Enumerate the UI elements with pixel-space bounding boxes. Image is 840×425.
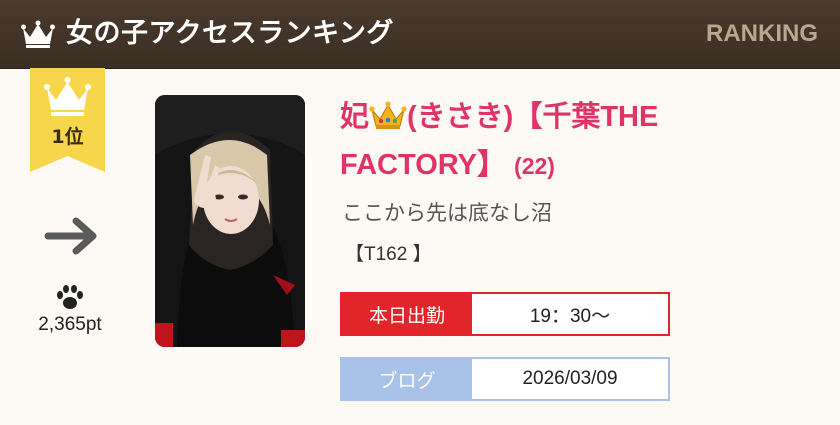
girl-photo[interactable]: [155, 95, 305, 347]
crown-icon: [21, 20, 55, 48]
rank-position: 1位: [51, 126, 84, 148]
blog-row[interactable]: ブログ 2026/03/09: [340, 357, 670, 401]
girl-name[interactable]: 妃 (きさき)【千葉THE FACTORY】 (22): [340, 93, 760, 190]
blog-label[interactable]: ブログ: [342, 359, 472, 399]
girl-age: (22): [514, 153, 555, 179]
ranking-header: 女の子アクセスランキング RANKING: [0, 0, 840, 69]
header-subtitle: RANKING: [706, 20, 818, 47]
rank-badge: 1位: [30, 68, 105, 172]
header-title: 女の子アクセスランキング: [66, 18, 394, 49]
girl-spec: 【T162 】: [345, 244, 432, 265]
arrow-right-icon: [44, 217, 97, 255]
blog-date[interactable]: 2026/03/09: [472, 359, 668, 399]
photo-image: [155, 95, 305, 347]
paw-icon: [57, 285, 83, 309]
crown-emoji-icon: [369, 101, 407, 129]
work-schedule-row: 本日出勤 19：30～: [340, 292, 670, 336]
ranking-card: 女の子アクセスランキング RANKING 1位 2,365pt 妃 (きさき)【…: [0, 0, 840, 425]
catchphrase: ここから先は底なし沼: [342, 201, 552, 225]
work-schedule-label: 本日出勤: [342, 294, 472, 334]
name-prefix: 妃: [340, 101, 370, 133]
rank-points: 2,365pt: [38, 314, 102, 335]
work-schedule-value: 19：30～: [529, 305, 611, 327]
rank-ribbon: [30, 68, 105, 172]
